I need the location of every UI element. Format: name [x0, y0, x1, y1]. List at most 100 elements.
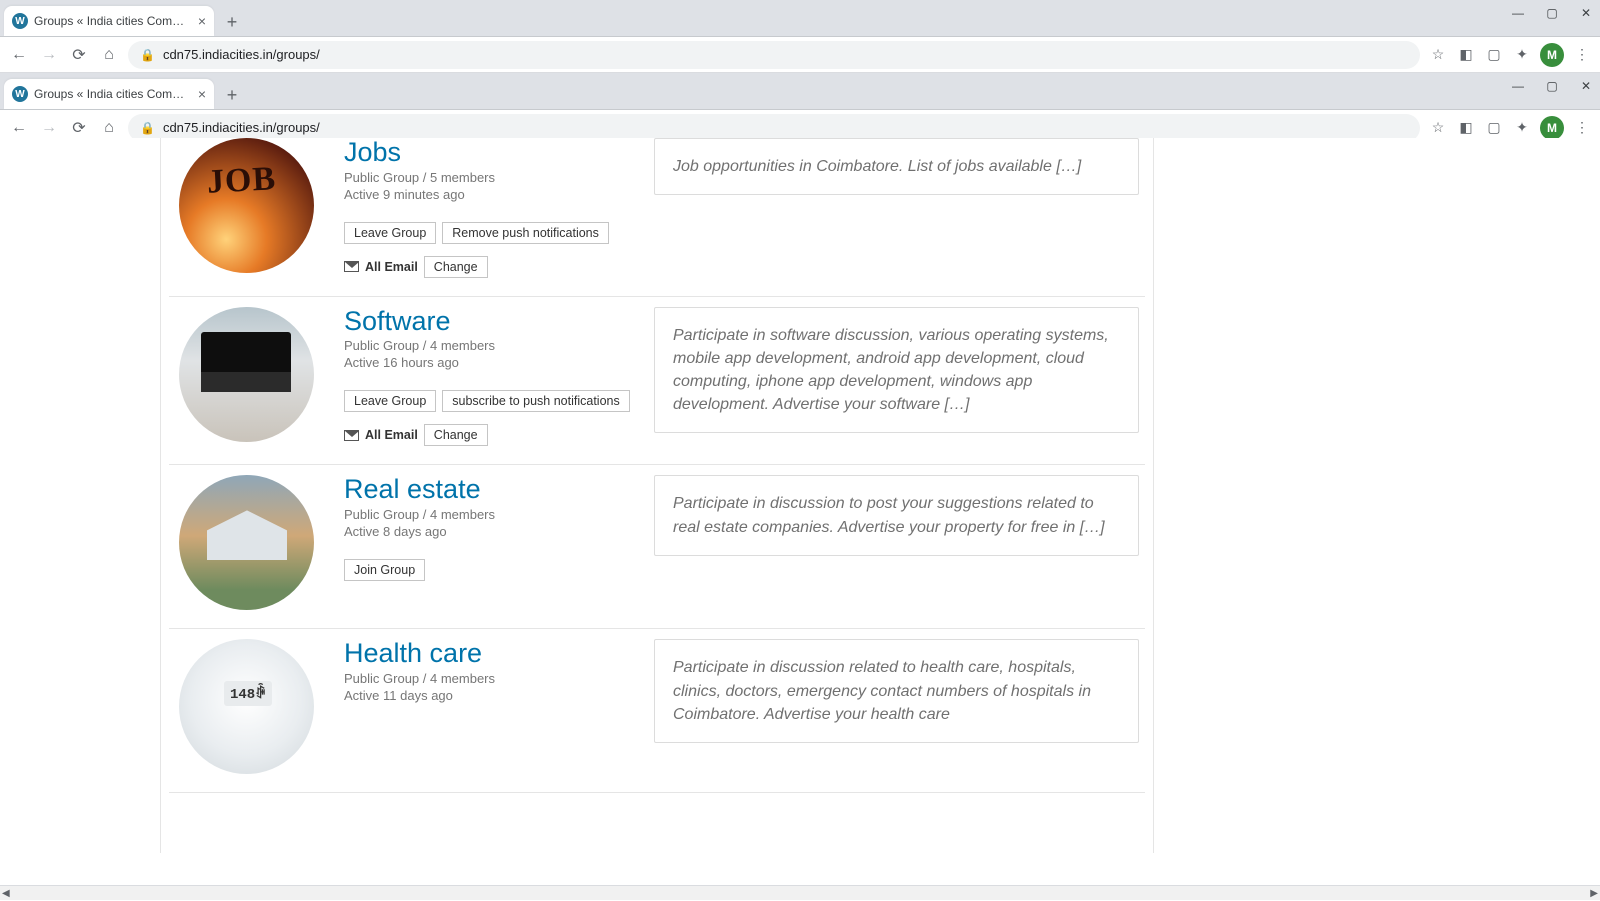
group-active-time: Active 16 hours ago	[344, 355, 654, 370]
group-meta: JobsPublic Group / 5 membersActive 9 min…	[324, 138, 654, 278]
bookmark-star-icon[interactable]: ☆	[1428, 45, 1448, 65]
group-title-link[interactable]: Real estate	[344, 474, 481, 504]
group-meta: Software Public Group / 4 members Active 1…	[324, 307, 654, 447]
tab-close-icon[interactable]: ×	[198, 86, 206, 102]
forward-button[interactable]: →	[38, 44, 60, 66]
group-title-link[interactable]: Software	[344, 306, 451, 336]
tabstrip-1: W Groups « India cities Community × + — …	[0, 0, 1600, 36]
group-actions: Leave Group subscribe to push notificatio…	[344, 390, 654, 412]
reload-button[interactable]: ⟳	[68, 117, 90, 139]
subscribe-to-push-notifications-button[interactable]: subscribe to push notifications	[442, 390, 629, 412]
group-avatar-image: JOB	[179, 138, 314, 273]
group-avatar[interactable]	[169, 639, 324, 774]
avatar-text: JOB	[206, 160, 277, 202]
group-meta: Health carePublic Group / 4 membersActiv…	[324, 639, 654, 774]
extensions-puzzle-icon[interactable]: ✦	[1512, 45, 1532, 65]
url-text: cdn75.indiacities.in/groups/	[163, 120, 320, 135]
group-description: Participate in software discussion, vari…	[654, 307, 1139, 434]
tab-title: Groups « India cities Community	[34, 87, 192, 101]
email-mode-label: All Email	[365, 428, 418, 442]
window-controls-1: — ▢ ✕	[1510, 6, 1594, 20]
change-email-button[interactable]: Change	[424, 256, 488, 278]
new-tab-button[interactable]: +	[218, 8, 246, 36]
extensions-puzzle-icon[interactable]: ✦	[1512, 118, 1532, 138]
group-avatar-image	[179, 475, 314, 610]
back-button[interactable]: ←	[8, 44, 30, 66]
email-subscription-row: All Email Change	[344, 256, 654, 278]
back-button[interactable]: ←	[8, 117, 30, 139]
group-description: Participate in discussion to post your s…	[654, 475, 1139, 555]
leave-group-button[interactable]: Leave Group	[344, 222, 436, 244]
home-button[interactable]: ⌂	[98, 117, 120, 139]
reload-button[interactable]: ⟳	[68, 44, 90, 66]
group-description: Participate in discussion related to hea…	[654, 639, 1139, 743]
profile-avatar[interactable]: M	[1540, 116, 1564, 140]
group-actions: Leave Group Remove push notifications	[344, 222, 654, 244]
group-avatar[interactable]: JOB	[169, 138, 324, 278]
top-chrome-2: W Groups « India cities Community × + — …	[0, 73, 1600, 110]
tab-close-icon[interactable]: ×	[198, 13, 206, 29]
group-description-col: Participate in discussion to post your s…	[654, 475, 1145, 610]
extension-1-icon[interactable]: ◧	[1456, 45, 1476, 65]
profile-avatar[interactable]: M	[1540, 43, 1564, 67]
url-text: cdn75.indiacities.in/groups/	[163, 47, 320, 62]
group-title-link[interactable]: Jobs	[344, 138, 401, 167]
toolbar-1: ← → ⟳ ⌂ 🔒 cdn75.indiacities.in/groups/ ☆…	[0, 37, 1600, 73]
leave-group-button[interactable]: Leave Group	[344, 390, 436, 412]
email-mode-label: All Email	[365, 260, 418, 274]
lock-icon: 🔒	[140, 48, 155, 62]
minimize-icon[interactable]: —	[1510, 6, 1526, 20]
browser-tab-2[interactable]: W Groups « India cities Community ×	[4, 79, 214, 109]
mail-icon	[344, 430, 359, 441]
maximize-icon[interactable]: ▢	[1544, 79, 1560, 93]
bookmark-star-icon[interactable]: ☆	[1428, 118, 1448, 138]
extension-2-icon[interactable]: ▢	[1484, 45, 1504, 65]
lock-icon: 🔒	[140, 121, 155, 135]
remove-push-notifications-button[interactable]: Remove push notifications	[442, 222, 609, 244]
top-chrome-1: W Groups « India cities Community × + — …	[0, 0, 1600, 37]
close-window-icon[interactable]: ✕	[1578, 79, 1594, 93]
group-title-link[interactable]: Health care	[344, 638, 482, 668]
group-avatar-image	[179, 639, 314, 774]
scroll-left-icon[interactable]: ◀	[2, 888, 10, 899]
maximize-icon[interactable]: ▢	[1544, 6, 1560, 20]
group-active-time: Active 8 days ago	[344, 524, 654, 539]
page-viewport[interactable]: JOB JobsPublic Group / 5 membersActive 9 …	[0, 138, 1600, 885]
group-actions: Join Group	[344, 559, 654, 581]
close-window-icon[interactable]: ✕	[1578, 6, 1594, 20]
email-subscription-row: All Email Change	[344, 424, 654, 446]
group-active-time: Active 11 days ago	[344, 688, 654, 703]
group-item-software: Software Public Group / 4 members Active 1…	[169, 297, 1145, 466]
chrome-menu-icon[interactable]: ⋮	[1572, 45, 1592, 65]
join-group-button[interactable]: Join Group	[344, 559, 425, 581]
groups-list: JOB JobsPublic Group / 5 membersActive 9 …	[160, 138, 1154, 853]
browser-tab-1[interactable]: W Groups « India cities Community ×	[4, 6, 214, 36]
home-button[interactable]: ⌂	[98, 44, 120, 66]
chrome-menu-icon[interactable]: ⋮	[1572, 118, 1592, 138]
group-description-col: Participate in discussion related to hea…	[654, 639, 1145, 774]
group-avatar[interactable]	[169, 475, 324, 610]
group-visibility-members: Public Group / 4 members	[344, 507, 654, 522]
address-bar[interactable]: 🔒 cdn75.indiacities.in/groups/	[128, 41, 1420, 69]
group-description-col: Participate in software discussion, vari…	[654, 307, 1145, 447]
group-visibility-members: Public Group / 4 members	[344, 338, 654, 353]
scroll-right-icon[interactable]: ▶	[1590, 888, 1598, 899]
wordpress-favicon-icon: W	[12, 86, 28, 102]
extension-2-icon[interactable]: ▢	[1484, 118, 1504, 138]
group-meta: Real estate Public Group / 4 members Activ…	[324, 475, 654, 610]
horizontal-scrollbar[interactable]: ◀ ▶	[0, 885, 1600, 900]
change-email-button[interactable]: Change	[424, 424, 488, 446]
group-avatar-image	[179, 307, 314, 442]
group-item-realestate: Real estate Public Group / 4 members Activ…	[169, 465, 1145, 629]
extension-1-icon[interactable]: ◧	[1456, 118, 1476, 138]
group-active-time: Active 9 minutes ago	[344, 187, 654, 202]
group-item-healthcare: Health carePublic Group / 4 membersActiv…	[169, 629, 1145, 793]
window-controls-2: — ▢ ✕	[1510, 79, 1594, 93]
forward-button[interactable]: →	[38, 117, 60, 139]
new-tab-button[interactable]: +	[218, 81, 246, 109]
scroll-track[interactable]	[10, 886, 1591, 901]
minimize-icon[interactable]: —	[1510, 79, 1526, 93]
group-item-jobs: JOB JobsPublic Group / 5 membersActive 9 …	[169, 138, 1145, 297]
group-avatar[interactable]	[169, 307, 324, 447]
tabstrip-2: W Groups « India cities Community × + — …	[0, 73, 1600, 109]
